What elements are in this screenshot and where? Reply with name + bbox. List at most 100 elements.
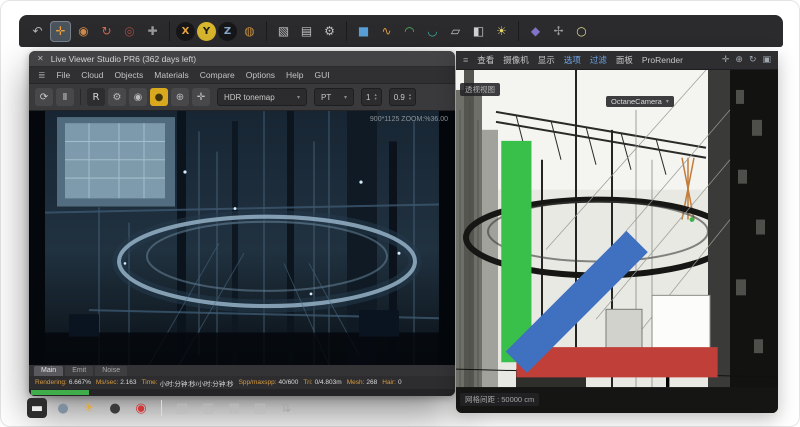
viewport-light-icon[interactable]: ○ [571, 21, 592, 42]
add-generator-icon[interactable]: ◠ [399, 21, 420, 42]
menu-item[interactable]: File [57, 70, 71, 80]
viewport-menu-items: 查看 摄像机 显示 选项 过滤 面板 ProRender [477, 54, 683, 66]
kernel-select[interactable]: PT ▾ [314, 88, 354, 106]
hamburger-icon[interactable]: ≡ [463, 55, 468, 65]
separator [518, 21, 519, 41]
menu-item[interactable]: GUI [315, 70, 330, 80]
viewer-tab[interactable]: Main [34, 366, 63, 376]
status-value: 0/4.803m [315, 379, 342, 386]
layout-cells-icon[interactable]: ▦ [224, 398, 244, 418]
coordinate-system-icon[interactable]: ◍ [239, 21, 260, 42]
viewport-menubar: ≡ 查看 摄像机 显示 选项 过滤 面板 ProRender [456, 51, 778, 70]
menu-item[interactable]: Help [286, 70, 303, 80]
viewer-tab[interactable]: Emit [65, 366, 93, 376]
layout-grid-icon[interactable]: ▤ [172, 398, 192, 418]
status-label: Tri: [303, 379, 312, 386]
scale-tool-icon[interactable]: ◉ [73, 21, 94, 42]
viewport-menu-item[interactable]: 查看 [477, 54, 494, 66]
stepper-arrows-icon[interactable]: ▴▾ [374, 93, 376, 101]
undo-icon[interactable]: ↶ [27, 21, 48, 42]
add-deformer-icon[interactable]: ◡ [422, 21, 443, 42]
dolly-view-icon[interactable]: ⊕ [735, 55, 743, 65]
viewport-menu-item[interactable]: 选项 [564, 54, 581, 66]
live-viewer-menubar: ≣ File Cloud Objects Materials Compare O… [29, 67, 455, 84]
viewport-menu-item[interactable]: 过滤 [590, 54, 607, 66]
layout-shade-icon[interactable]: ▧ [250, 398, 270, 418]
add-light-icon[interactable]: ☀ [491, 21, 512, 42]
render-settings-icon[interactable]: ⚙ [319, 21, 340, 42]
workplane-icon[interactable]: ✢ [548, 21, 569, 42]
separator [80, 89, 81, 105]
pause-render-icon[interactable]: Ⅱ [56, 88, 74, 106]
material-picker-icon[interactable]: ✛ [192, 88, 210, 106]
last-tool-icon[interactable]: ◎ [119, 21, 140, 42]
add-object-icon[interactable]: ✚ [142, 21, 163, 42]
restart-render-icon[interactable]: ⟳ [35, 88, 53, 106]
dark-sphere-icon[interactable]: ● [105, 398, 125, 418]
add-cube-icon[interactable]: ■ [353, 21, 374, 42]
viewport-menu-item[interactable]: 摄像机 [503, 54, 529, 66]
lock-resolution-icon[interactable]: ● [150, 88, 168, 106]
sort-arrows-icon[interactable]: ⇅ [276, 398, 296, 418]
viewport-menu-item[interactable]: 面板 [616, 54, 633, 66]
exposure-field[interactable]: 0.9 ▴▾ [389, 88, 416, 106]
status-label: Rendering: [35, 379, 67, 386]
snap-icon[interactable]: ◆ [525, 21, 546, 42]
separator [346, 21, 347, 41]
menu-items: File Cloud Objects Materials Compare Opt… [57, 70, 330, 80]
render-status-bar: Rendering: 6.667% Ms/sec: 2.163 Time: 小时… [29, 376, 455, 389]
region-render-icon[interactable]: R [87, 88, 105, 106]
move-tool-icon[interactable]: ✛ [50, 21, 71, 42]
sun-material-icon[interactable]: ☀ [79, 398, 99, 418]
pan-view-icon[interactable]: ✛ [722, 55, 730, 65]
separator [169, 21, 170, 41]
x-axis-lock-icon[interactable]: X [176, 22, 195, 41]
octane-aperture-icon[interactable]: ◉ [131, 398, 151, 418]
viewport-canvas[interactable]: 透视视图 OctaneCamera ▾ 网格间距 : 50000 cm [456, 70, 778, 413]
menu-item[interactable]: Cloud [81, 70, 103, 80]
render-progress-bar [31, 390, 89, 395]
samples-field[interactable]: 1 ▴▾ [361, 88, 382, 106]
exposure-value: 0.9 [394, 93, 405, 102]
tonemap-select[interactable]: HDR tonemap ▾ [217, 88, 307, 106]
render-view-icon[interactable]: ▧ [273, 21, 294, 42]
resolution-zoom-readout: 900*1125 ZOOM:%36.00 [370, 116, 448, 123]
status-value: 0 [398, 379, 402, 386]
close-icon[interactable]: ✕ [37, 55, 44, 63]
focus-picker-icon[interactable]: ⊕ [171, 88, 189, 106]
render-picture-viewer-icon[interactable]: ▤ [296, 21, 317, 42]
z-axis-lock-icon[interactable]: Z [218, 22, 237, 41]
viewer-settings-icon[interactable]: ⚙ [108, 88, 126, 106]
menu-item[interactable]: Compare [200, 70, 235, 80]
octane-render-canvas[interactable]: 900*1125 ZOOM:%36.00 [29, 111, 455, 365]
status-label: Mesh: [347, 379, 365, 386]
y-axis-lock-icon[interactable]: Y [197, 22, 216, 41]
orbit-view-icon[interactable]: ↻ [749, 55, 757, 65]
add-spline-icon[interactable]: ∿ [376, 21, 397, 42]
desktop-background: ↶ ✛ ◉ ↻ ◎ ✚ X Y Z ◍ ▧ ▤ ⚙ [0, 0, 800, 427]
stepper-arrows-icon[interactable]: ▴▾ [409, 93, 411, 101]
viewport-menu-item[interactable]: 显示 [538, 54, 555, 66]
layout-columns-icon[interactable]: ▥ [198, 398, 218, 418]
status-item: Ms/sec: 2.163 [96, 379, 137, 386]
material-sphere-icon[interactable]: ● [53, 398, 73, 418]
menu-item[interactable]: Options [246, 70, 275, 80]
maximize-view-icon[interactable]: ▣ [762, 55, 771, 65]
tonemap-value: HDR tonemap [224, 93, 292, 102]
viewport-nav-icons: ✛ ⊕ ↻ ▣ [722, 55, 771, 65]
menu-item[interactable]: Objects [114, 70, 143, 80]
grid-spacing-label: 网格间距 : 50000 cm [460, 393, 539, 406]
status-label: Hair: [382, 379, 396, 386]
rotate-tool-icon[interactable]: ↻ [96, 21, 117, 42]
status-item: Mesh: 268 [347, 379, 378, 386]
bottom-toolbar: ▬ ● ☀ ● ◉ ▤ ▥ ▦ ▧ ⇅ [27, 397, 296, 419]
menu-list-icon[interactable]: ≣ [38, 70, 46, 81]
viewport-menu-item[interactable]: ProRender [642, 55, 683, 65]
samples-value: 1 [366, 93, 370, 102]
add-camera-icon[interactable]: ◧ [468, 21, 489, 42]
menu-item[interactable]: Materials [154, 70, 188, 80]
blackbody-material-icon[interactable]: ▬ [27, 398, 47, 418]
viewer-camera-icon[interactable]: ◉ [129, 88, 147, 106]
viewer-tab[interactable]: Noise [95, 366, 127, 376]
add-floor-icon[interactable]: ▱ [445, 21, 466, 42]
